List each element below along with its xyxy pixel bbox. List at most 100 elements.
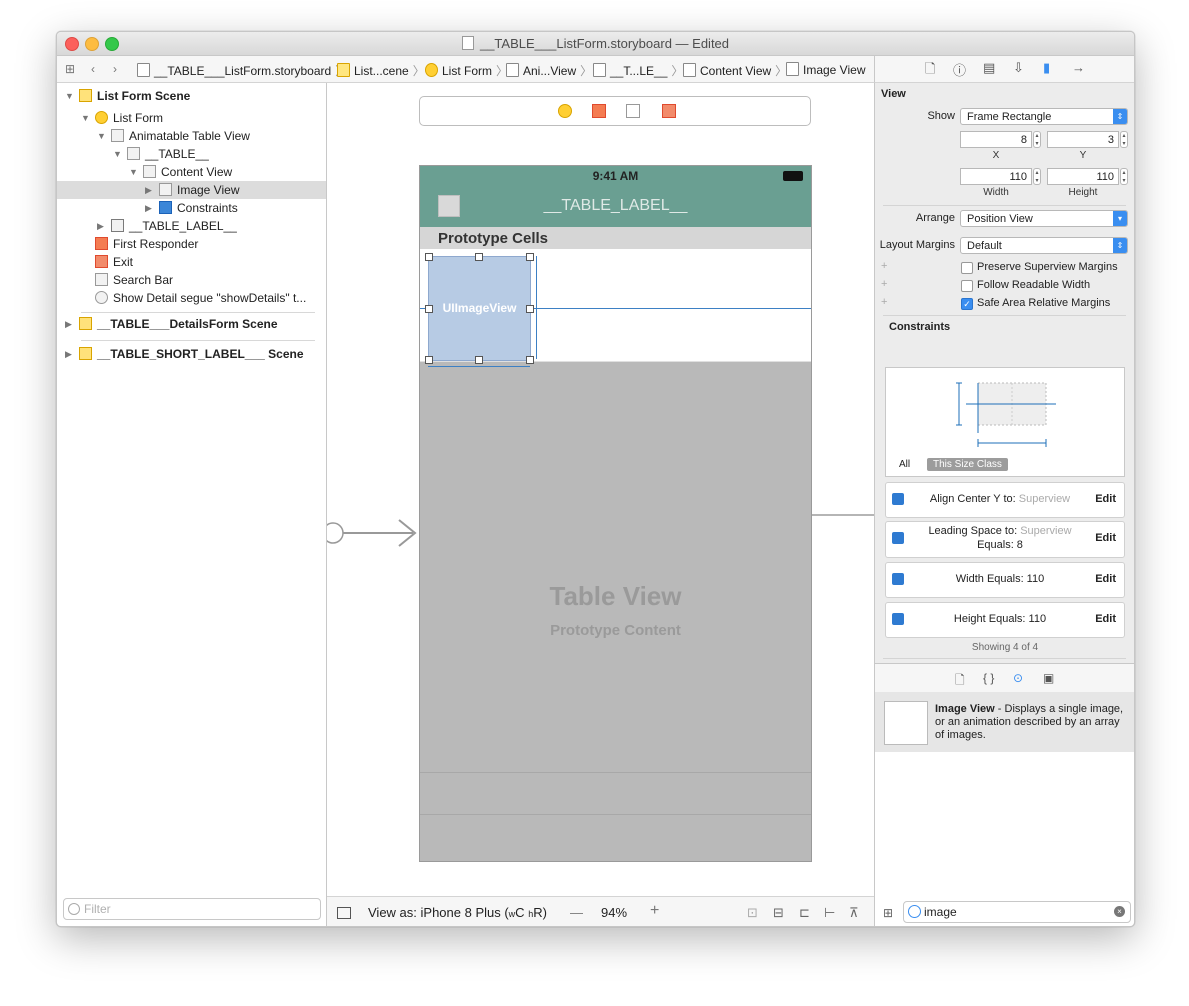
file-template-icon[interactable]: 🗋 bbox=[955, 671, 965, 692]
disclosure-open-icon[interactable]: ▼ bbox=[129, 163, 138, 181]
add-variation-icon[interactable]: + bbox=[881, 260, 887, 272]
prototype-cell[interactable]: UIImageView bbox=[420, 249, 811, 367]
disclosure-open-icon[interactable]: ▼ bbox=[65, 87, 74, 105]
jumpbar-item-storyboard[interactable]: __TABLE___ListForm.storyboard〉 bbox=[137, 62, 351, 79]
view-controller-icon[interactable] bbox=[558, 104, 572, 118]
attributes-inspector-icon[interactable]: ⇩ bbox=[1013, 60, 1024, 76]
outline-row-exit[interactable]: Exit bbox=[95, 253, 133, 271]
jumpbar-item-table-view[interactable]: Ani...View 〉 bbox=[506, 62, 596, 79]
connections-inspector-icon[interactable]: → bbox=[1072, 60, 1085, 75]
y-field[interactable]: 3 bbox=[1047, 131, 1119, 148]
outline-row-list-form[interactable]: ▼ List Form bbox=[81, 109, 163, 127]
outline-row-segue[interactable]: Show Detail segue "showDetails" t... bbox=[95, 289, 306, 307]
constraint-leading-space[interactable]: Leading Space to: Superview Equals: 8 Ed… bbox=[885, 521, 1125, 558]
resize-handle[interactable] bbox=[425, 305, 433, 313]
tab-this-size-class[interactable]: This Size Class bbox=[927, 458, 1008, 471]
edit-button[interactable]: Edit bbox=[1095, 573, 1116, 585]
object-library-icon[interactable]: ⊙ bbox=[1013, 671, 1023, 685]
exit-icon[interactable] bbox=[662, 104, 676, 118]
back-arrow-icon[interactable]: ‹ bbox=[91, 62, 95, 76]
grid-view-icon[interactable]: ⊞ bbox=[883, 906, 893, 920]
jumpbar-item-scene[interactable]: List...cene 〉 bbox=[337, 62, 429, 79]
image-view[interactable]: UIImageView bbox=[428, 256, 531, 361]
storyboard-canvas[interactable]: 9:41 AM __TABLE_LABEL__ Prototype Cells … bbox=[327, 83, 874, 896]
outline-row-details-form-scene[interactable]: ▶ __TABLE___DetailsForm Scene bbox=[65, 315, 278, 333]
library-search-field[interactable]: image × bbox=[903, 901, 1131, 923]
embed-in-stack-icon[interactable]: ⊟ bbox=[773, 905, 784, 921]
disclosure-open-icon[interactable]: ▼ bbox=[81, 109, 90, 127]
outline-row-image-view[interactable]: ▶ Image View bbox=[57, 181, 326, 199]
disclosure-closed-icon[interactable]: ▶ bbox=[145, 199, 152, 217]
file-inspector-icon[interactable]: 🗋 bbox=[925, 60, 935, 82]
quick-help-icon[interactable]: ⓘ bbox=[953, 60, 966, 79]
constraint-align-center-y[interactable]: Align Center Y to: Superview Edit bbox=[885, 482, 1125, 518]
jumpbar-item-content-view[interactable]: Content View 〉 bbox=[683, 62, 791, 79]
resize-handle[interactable] bbox=[475, 356, 483, 364]
toggle-outline-icon[interactable] bbox=[337, 907, 351, 919]
width-field[interactable]: 110 bbox=[960, 168, 1032, 185]
iphone-scene[interactable]: 9:41 AM __TABLE_LABEL__ Prototype Cells … bbox=[419, 165, 812, 862]
update-frames-icon[interactable]: ⊡ bbox=[747, 905, 758, 921]
show-popup[interactable]: Frame Rectangle ⇕ bbox=[960, 108, 1128, 125]
safe-area-relative-margins-checkbox[interactable]: ✓ bbox=[961, 298, 973, 310]
resize-handle[interactable] bbox=[425, 253, 433, 261]
disclosure-closed-icon[interactable]: ▶ bbox=[65, 345, 72, 363]
zoom-out-button[interactable]: — bbox=[570, 905, 583, 920]
edit-button[interactable]: Edit bbox=[1095, 532, 1116, 544]
outline-filter-field[interactable]: Filter bbox=[63, 898, 321, 920]
outline-row-table-label[interactable]: ▶ __TABLE_LABEL__ bbox=[97, 217, 237, 235]
navigation-bar[interactable]: __TABLE_LABEL__ bbox=[420, 186, 811, 227]
outline-row-first-responder[interactable]: First Responder bbox=[95, 235, 198, 253]
outline-row-short-label-scene[interactable]: ▶ __TABLE_SHORT_LABEL___ Scene bbox=[65, 345, 304, 363]
identity-inspector-icon[interactable]: ▤ bbox=[983, 60, 995, 76]
arrange-popup[interactable]: Position View ▾ bbox=[960, 210, 1128, 227]
media-library-icon[interactable]: ▣ bbox=[1043, 671, 1054, 685]
resize-handle[interactable] bbox=[425, 356, 433, 364]
disclosure-closed-icon[interactable]: ▶ bbox=[97, 217, 104, 235]
disclosure-closed-icon[interactable]: ▶ bbox=[65, 315, 72, 333]
width-stepper[interactable]: ▴ ▾ bbox=[1033, 168, 1041, 185]
related-items-icon[interactable]: ⊞ bbox=[65, 62, 75, 76]
outline-row-constraints[interactable]: ▶ Constraints bbox=[145, 199, 238, 217]
resize-handle[interactable] bbox=[526, 356, 534, 364]
constraint-width[interactable]: Width Equals: 110 Edit bbox=[885, 562, 1125, 598]
height-stepper[interactable]: ▴ ▾ bbox=[1120, 168, 1128, 185]
search-bar-icon[interactable] bbox=[626, 104, 640, 118]
outline-row-animatable-table-view[interactable]: ▼ Animatable Table View bbox=[97, 127, 250, 145]
constraint-height[interactable]: Height Equals: 110 Edit bbox=[885, 602, 1125, 638]
align-icon[interactable]: ⊏ bbox=[799, 905, 810, 921]
first-responder-icon[interactable] bbox=[592, 104, 606, 118]
outline-row-list-form-scene[interactable]: ▼ List Form Scene bbox=[65, 87, 190, 105]
resize-handle[interactable] bbox=[475, 253, 483, 261]
disclosure-open-icon[interactable]: ▼ bbox=[97, 127, 106, 145]
tab-all[interactable]: All bbox=[899, 459, 910, 470]
layout-margins-popup[interactable]: Default ⇕ bbox=[960, 237, 1128, 254]
forward-arrow-icon[interactable]: › bbox=[113, 62, 117, 76]
size-inspector-icon[interactable]: ▮ bbox=[1043, 60, 1050, 76]
jumpbar-item-list-form[interactable]: List Form 〉 bbox=[425, 62, 512, 79]
edit-button[interactable]: Edit bbox=[1095, 613, 1116, 625]
disclosure-closed-icon[interactable]: ▶ bbox=[145, 181, 152, 199]
jumpbar-item-table-cell[interactable]: __T...LE__ 〉 bbox=[593, 62, 687, 79]
zoom-in-button[interactable]: + bbox=[650, 902, 659, 920]
follow-readable-width-checkbox[interactable] bbox=[961, 280, 973, 292]
height-field[interactable]: 110 bbox=[1047, 168, 1119, 185]
edit-button[interactable]: Edit bbox=[1095, 493, 1116, 505]
add-variation-icon[interactable]: + bbox=[881, 296, 887, 308]
disclosure-open-icon[interactable]: ▼ bbox=[113, 145, 122, 163]
resize-handle[interactable] bbox=[526, 305, 534, 313]
library-item-image-view[interactable]: Image View - Displays a single image, or… bbox=[875, 692, 1134, 752]
y-stepper[interactable]: ▴ ▾ bbox=[1120, 131, 1128, 148]
code-snippet-icon[interactable]: { } bbox=[983, 671, 994, 685]
clear-search-icon[interactable]: × bbox=[1114, 906, 1125, 917]
outline-row-content-view[interactable]: ▼ Content View bbox=[129, 163, 232, 181]
add-constraints-icon[interactable]: ⊢ bbox=[824, 905, 835, 921]
resize-handle[interactable] bbox=[526, 253, 534, 261]
x-field[interactable]: 8 bbox=[960, 131, 1032, 148]
zoom-level[interactable]: 94% bbox=[601, 905, 627, 920]
x-stepper[interactable]: ▴ ▾ bbox=[1033, 131, 1041, 148]
jumpbar-item-image-view[interactable]: Image View bbox=[786, 62, 865, 77]
outline-row-table-cell[interactable]: ▼ __TABLE__ bbox=[113, 145, 209, 163]
resolve-issues-icon[interactable]: ⊼ bbox=[849, 905, 859, 921]
add-variation-icon[interactable]: + bbox=[881, 278, 887, 290]
